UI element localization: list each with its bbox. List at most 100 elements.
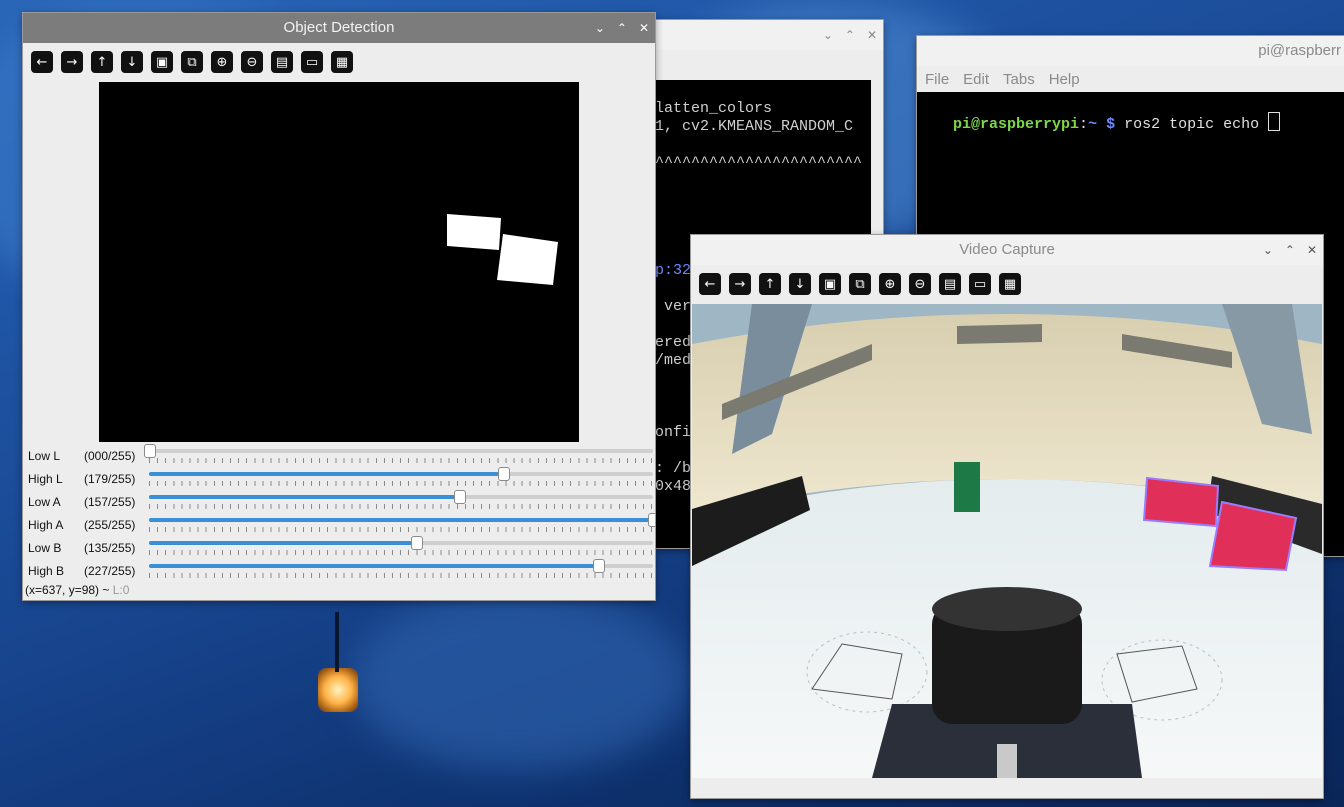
terminal-right-titlebar[interactable]: pi@raspberr [917, 36, 1344, 66]
slider-fill [149, 495, 460, 499]
minimize-button[interactable]: ⌄ [595, 13, 605, 43]
video-capture-titlebar[interactable]: Video Capture ⌄ ⌃ ✕ [691, 235, 1323, 265]
arrow-down-icon[interactable]: ↓ [121, 51, 143, 73]
slider-label: Low L [28, 449, 61, 463]
menu-edit[interactable]: Edit [963, 71, 989, 88]
terminal-line: 1, cv2.KMEANS_RANDOM_C [655, 118, 854, 135]
image-search-icon[interactable]: ⧉ [181, 51, 203, 73]
menu-help[interactable]: Help [1049, 71, 1080, 88]
close-button[interactable]: ✕ [867, 20, 877, 50]
minimize-button[interactable]: ⌄ [823, 20, 833, 50]
slider-row: High L (179/255) [23, 467, 655, 490]
slider-row: High A (255/255) [23, 513, 655, 536]
arrow-right-icon[interactable]: → [729, 273, 751, 295]
slider-track[interactable] [144, 444, 653, 458]
status-level: L:0 [112, 583, 130, 597]
arrow-left-icon[interactable]: ← [699, 273, 721, 295]
status-coords: (x=637, y=98) ~ [25, 583, 110, 597]
close-button[interactable]: ✕ [1307, 235, 1317, 265]
zoom-in-icon[interactable]: ⊕ [879, 273, 901, 295]
slider-ticks [149, 527, 653, 532]
slider-value: (157/255) [84, 495, 136, 509]
window-title: pi@raspberr [1258, 42, 1341, 59]
slider-row: Low L (000/255) [23, 444, 655, 467]
window-title: Object Detection [283, 19, 395, 36]
clipboard-icon[interactable]: ▭ [301, 51, 323, 73]
arrow-up-icon[interactable]: ↑ [759, 273, 781, 295]
menu-file[interactable]: File [925, 71, 949, 88]
slider-track[interactable] [149, 513, 655, 527]
prompt-symbol: $ [1106, 116, 1116, 133]
slider-row: Low A (157/255) [23, 490, 655, 513]
slider-track[interactable] [149, 559, 653, 573]
slider-row: Low B (135/255) [23, 536, 655, 559]
brush-icon[interactable]: ▦ [331, 51, 353, 73]
zoom-out-icon[interactable]: ⊖ [909, 273, 931, 295]
object-detection-titlebar[interactable]: Object Detection ⌄ ⌃ ✕ [23, 13, 655, 43]
close-button[interactable]: ✕ [639, 13, 649, 43]
slider-handle[interactable] [454, 490, 467, 504]
arrow-right-icon[interactable]: → [61, 51, 83, 73]
terminal-back-titlebar[interactable]: ⌄ ⌃ ✕ [655, 20, 883, 50]
terminal-command: ros2 topic echo [1124, 116, 1260, 133]
slider-label: High A [28, 518, 64, 532]
minimize-button[interactable]: ⌄ [1263, 235, 1273, 265]
image-icon[interactable]: ▣ [819, 273, 841, 295]
arrow-left-icon[interactable]: ← [31, 51, 53, 73]
slider-fill [149, 541, 416, 545]
slider-track[interactable] [149, 467, 653, 481]
image-toolbar: ← → ↑ ↓ ▣ ⧉ ⊕ ⊖ ▤ ▭ ▦ [699, 273, 1021, 295]
slider-ticks [149, 458, 653, 463]
slider-handle[interactable] [410, 536, 423, 550]
slider-handle[interactable] [648, 513, 655, 527]
clipboard-icon[interactable]: ▭ [969, 273, 991, 295]
camera-frame[interactable] [692, 304, 1322, 778]
slider-value: (000/255) [84, 449, 136, 463]
slider-handle[interactable] [592, 559, 605, 573]
terminal-cursor [1268, 112, 1281, 131]
lantern-reflection [318, 668, 358, 712]
zoom-out-icon[interactable]: ⊖ [241, 51, 263, 73]
status-bar: (x=637, y=98) ~ L:0 [25, 583, 129, 597]
slider-value: (227/255) [84, 564, 136, 578]
window-controls: ⌄ ⌃ ✕ [823, 20, 877, 50]
slider-label: Low A [28, 495, 61, 509]
slider-handle[interactable] [497, 467, 510, 481]
video-capture-window[interactable]: Video Capture ⌄ ⌃ ✕ ← → ↑ ↓ ▣ ⧉ ⊕ ⊖ ▤ ▭ … [691, 235, 1323, 798]
slider-track[interactable] [149, 490, 653, 504]
slider-label: High L [28, 472, 63, 486]
save-icon[interactable]: ▤ [271, 51, 293, 73]
zoom-in-icon[interactable]: ⊕ [211, 51, 233, 73]
slider-fill [149, 564, 598, 568]
arrow-up-icon[interactable]: ↑ [91, 51, 113, 73]
slider-value: (255/255) [84, 518, 136, 532]
window-title: Video Capture [959, 241, 1055, 258]
maximize-button[interactable]: ⌃ [845, 20, 855, 50]
slider-row: High B (227/255) [23, 559, 655, 582]
slider-fill [149, 472, 503, 476]
mask-blob [447, 214, 501, 250]
arrow-down-icon[interactable]: ↓ [789, 273, 811, 295]
slider-label: High B [28, 564, 65, 578]
slider-track[interactable] [149, 536, 653, 550]
menu-tabs[interactable]: Tabs [1003, 71, 1035, 88]
save-icon[interactable]: ▤ [939, 273, 961, 295]
slider-handle[interactable] [144, 444, 156, 458]
slider-value: (179/255) [84, 472, 136, 486]
camera-scene [692, 304, 1322, 778]
terminal-line: latten_colors [655, 100, 773, 117]
image-toolbar: ← → ↑ ↓ ▣ ⧉ ⊕ ⊖ ▤ ▭ ▦ [31, 51, 353, 73]
image-icon[interactable]: ▣ [151, 51, 173, 73]
object-detection-window[interactable]: Object Detection ⌄ ⌃ ✕ ← → ↑ ↓ ▣ ⧉ ⊕ ⊖ ▤… [23, 13, 655, 600]
maximize-button[interactable]: ⌃ [617, 13, 627, 43]
maximize-button[interactable]: ⌃ [1285, 235, 1295, 265]
menu-bar: File Edit Tabs Help [917, 66, 1344, 92]
mask-image[interactable] [99, 82, 579, 442]
image-search-icon[interactable]: ⧉ [849, 273, 871, 295]
slider-ticks [149, 550, 653, 555]
prompt-user: pi@raspberrypi [953, 116, 1080, 133]
brush-icon[interactable]: ▦ [999, 273, 1021, 295]
